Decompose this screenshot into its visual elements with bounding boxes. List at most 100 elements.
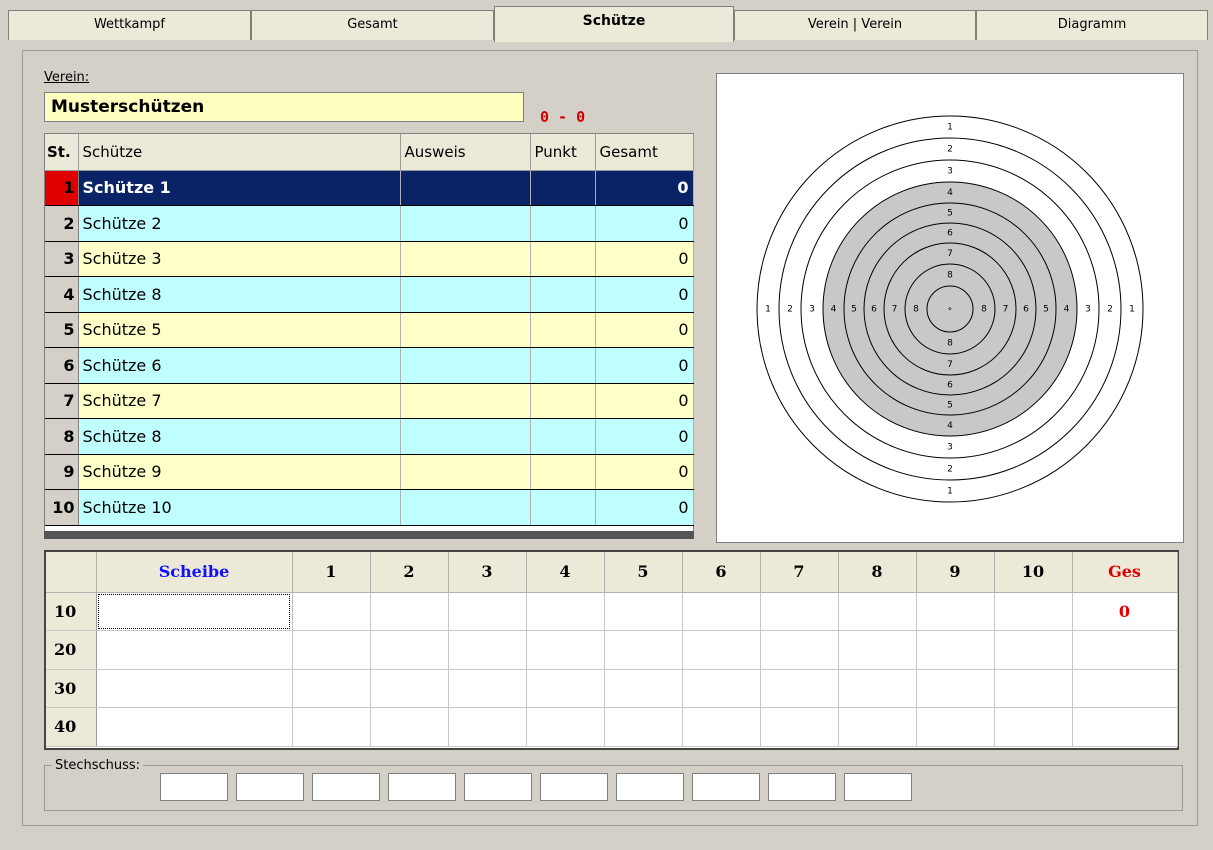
column-header-st[interactable]: St.	[45, 134, 79, 171]
shooter-gesamt[interactable]: 0	[595, 241, 694, 277]
shot-cell[interactable]	[682, 669, 761, 708]
shooter-ausweis[interactable]	[400, 347, 531, 384]
shooter-gesamt[interactable]: 0	[595, 205, 694, 242]
shooter-gesamt[interactable]: 0	[595, 347, 694, 384]
shooter-punkt[interactable]	[530, 489, 596, 526]
shooter-punkt[interactable]	[530, 418, 596, 455]
shooter-ausweis[interactable]	[400, 454, 531, 490]
shot-cell[interactable]	[994, 630, 1073, 670]
verein-field[interactable]: Musterschützen	[44, 92, 524, 122]
shooter-gesamt[interactable]: 0	[595, 383, 694, 419]
shooter-name[interactable]: Schütze 5	[78, 312, 401, 348]
stechschuss-field[interactable]	[616, 773, 684, 801]
tab-verein[interactable]: Verein | Verein	[734, 10, 976, 40]
shot-cell[interactable]	[604, 630, 683, 670]
shooter-position[interactable]: 7	[45, 383, 79, 419]
shooter-position[interactable]: 6	[45, 347, 79, 384]
shooter-punkt[interactable]	[530, 383, 596, 419]
table-row[interactable]: 6 Schütze 6 0	[45, 347, 694, 384]
shot-cell[interactable]	[994, 669, 1073, 708]
shot-cell[interactable]	[760, 669, 839, 708]
shooter-punkt[interactable]	[530, 312, 596, 348]
shot-cell[interactable]	[838, 630, 917, 670]
shooter-ausweis[interactable]	[400, 383, 531, 419]
tab-diagramm[interactable]: Diagramm	[976, 10, 1208, 40]
shot-cell[interactable]	[838, 707, 917, 747]
shot-cell[interactable]	[838, 592, 917, 631]
shot-cell[interactable]	[370, 592, 449, 631]
shot-cell[interactable]	[838, 669, 917, 708]
shooter-ausweis[interactable]	[400, 241, 531, 277]
table-row[interactable]: 1 Schütze 1 0	[45, 170, 694, 206]
shot-cell[interactable]	[370, 669, 449, 708]
shot-cell[interactable]	[760, 630, 839, 670]
stechschuss-field[interactable]	[312, 773, 380, 801]
shot-cell[interactable]	[526, 630, 605, 670]
stechschuss-field[interactable]	[844, 773, 912, 801]
shot-cell[interactable]	[916, 630, 995, 670]
table-row[interactable]: 10 Schütze 10 0	[45, 489, 694, 526]
shot-cell[interactable]	[370, 707, 449, 747]
column-header-schuetze[interactable]: Schütze	[78, 134, 401, 171]
stechschuss-field[interactable]	[540, 773, 608, 801]
shot-cell[interactable]	[448, 592, 527, 631]
shooter-name[interactable]: Schütze 8	[78, 276, 401, 313]
shooter-gesamt[interactable]: 0	[595, 312, 694, 348]
shot-cell[interactable]	[916, 669, 995, 708]
shooter-gesamt[interactable]: 0	[595, 454, 694, 490]
shot-cell[interactable]	[682, 630, 761, 670]
tab-gesamt[interactable]: Gesamt	[251, 10, 494, 40]
shooter-name[interactable]: Schütze 8	[78, 418, 401, 455]
shooter-ausweis[interactable]	[400, 276, 531, 313]
shooter-punkt[interactable]	[530, 276, 596, 313]
stechschuss-field[interactable]	[692, 773, 760, 801]
shooter-gesamt[interactable]: 0	[595, 418, 694, 455]
shot-cell[interactable]	[292, 669, 371, 708]
shot-cell[interactable]	[604, 592, 683, 631]
stechschuss-field[interactable]	[464, 773, 532, 801]
stechschuss-field[interactable]	[768, 773, 836, 801]
shot-cell[interactable]	[448, 630, 527, 670]
scheibe-cell[interactable]	[96, 630, 293, 670]
shooter-name[interactable]: Schütze 9	[78, 454, 401, 490]
shooter-ausweis[interactable]	[400, 489, 531, 526]
shot-cell[interactable]	[604, 707, 683, 747]
shooter-ausweis[interactable]	[400, 170, 531, 206]
shooter-punkt[interactable]	[530, 454, 596, 490]
column-header-ausweis[interactable]: Ausweis	[400, 134, 531, 171]
scheibe-cell[interactable]	[96, 592, 293, 631]
column-header-punkt[interactable]: Punkt	[530, 134, 596, 171]
shooter-name[interactable]: Schütze 6	[78, 347, 401, 384]
shooter-gesamt[interactable]: 0	[595, 276, 694, 313]
shot-cell[interactable]	[526, 669, 605, 708]
shooter-name[interactable]: Schütze 10	[78, 489, 401, 526]
shot-cell[interactable]	[292, 707, 371, 747]
shooter-position[interactable]: 9	[45, 454, 79, 490]
shot-cell[interactable]	[526, 707, 605, 747]
tab-wettkampf[interactable]: Wettkampf	[8, 10, 251, 40]
shot-cell[interactable]	[760, 707, 839, 747]
shooter-ausweis[interactable]	[400, 418, 531, 455]
shooter-name[interactable]: Schütze 7	[78, 383, 401, 419]
shot-cell[interactable]	[448, 669, 527, 708]
table-row[interactable]: 2 Schütze 2 0	[45, 205, 694, 242]
shot-cell[interactable]	[292, 592, 371, 631]
shot-cell[interactable]	[604, 669, 683, 708]
shooter-position[interactable]: 3	[45, 241, 79, 277]
table-scrollbar[interactable]	[44, 531, 694, 539]
shooter-punkt[interactable]	[530, 241, 596, 277]
table-row[interactable]: 8 Schütze 8 0	[45, 418, 694, 455]
column-header-gesamt[interactable]: Gesamt	[595, 134, 694, 171]
shooter-gesamt[interactable]: 0	[595, 170, 694, 206]
shooter-position[interactable]: 2	[45, 205, 79, 242]
shooter-punkt[interactable]	[530, 347, 596, 384]
shooter-position[interactable]: 4	[45, 276, 79, 313]
shot-cell[interactable]	[994, 707, 1073, 747]
shooter-punkt[interactable]	[530, 205, 596, 242]
scheibe-cell[interactable]	[96, 707, 293, 747]
table-row[interactable]: 3 Schütze 3 0	[45, 241, 694, 277]
stechschuss-field[interactable]	[236, 773, 304, 801]
shot-cell[interactable]	[448, 707, 527, 747]
shooter-name[interactable]: Schütze 1	[78, 170, 401, 206]
shot-cell[interactable]	[994, 592, 1073, 631]
